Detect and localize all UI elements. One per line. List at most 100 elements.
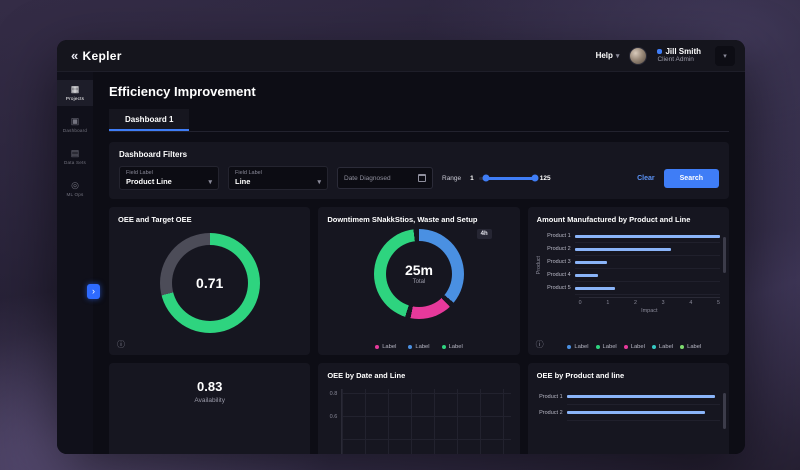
oee-product-bars[interactable]: Product 1Product 2 xyxy=(537,389,720,421)
user-menu-button[interactable]: ▾ xyxy=(715,46,735,66)
oee-donut-chart[interactable]: 0.71 xyxy=(160,233,260,333)
chevron-down-icon: ▾ xyxy=(616,52,620,60)
legend-label: Label xyxy=(603,344,617,350)
date-placeholder: Date Diagnosed xyxy=(344,175,391,182)
bar-row: Product 1 xyxy=(545,230,720,243)
category-label: Product 1 xyxy=(537,394,567,400)
legend-item[interactable]: Label xyxy=(567,344,588,350)
legend-item[interactable]: Label xyxy=(680,344,701,350)
range-label: Range xyxy=(442,175,461,182)
slider-track[interactable] xyxy=(479,177,535,180)
x-tick: 2 xyxy=(634,300,637,306)
y-tick: 0.6 xyxy=(327,414,337,420)
help-menu[interactable]: Help ▾ xyxy=(596,51,620,60)
range-slider[interactable]: 1 125 xyxy=(470,175,550,182)
amount-manufactured-card: Amount Manufactured by Product and Line … xyxy=(528,207,729,355)
legend-item[interactable]: Label xyxy=(442,344,463,350)
sidebar-item-label: Data Sets xyxy=(64,160,86,165)
legend-dot-icon xyxy=(442,345,446,349)
x-tick: 5 xyxy=(717,300,720,306)
bar[interactable] xyxy=(567,411,705,414)
chevron-down-icon: ▾ xyxy=(723,52,727,60)
downtime-total-label: Total xyxy=(413,279,426,285)
legend-dot-icon xyxy=(567,345,571,349)
legend-dot-icon xyxy=(375,345,379,349)
legend-item[interactable]: Label xyxy=(375,344,396,350)
kepler-logo-icon: « xyxy=(71,48,79,63)
card-title: OEE and Target OEE xyxy=(118,215,301,225)
date-diagnosed-input[interactable]: Date Diagnosed xyxy=(337,167,433,189)
x-tick: 1 xyxy=(606,300,609,306)
kepler-logo[interactable]: « Kepler xyxy=(71,48,122,63)
sidebar-item-dashboard[interactable]: ▣ Dashboard xyxy=(57,112,93,138)
oee-gauge-card: OEE and Target OEE 0.71 ⓘ xyxy=(109,207,310,355)
x-tick: 0 xyxy=(579,300,582,306)
field-label: Field Label xyxy=(235,170,321,176)
sidebar-expand-button[interactable]: › xyxy=(87,284,100,299)
amount-x-axis: 012345 xyxy=(579,297,720,306)
card-title: Amount Manufactured by Product and Line xyxy=(537,215,720,225)
category-label: Product 2 xyxy=(545,246,575,252)
bar-row: Product 5 xyxy=(545,282,720,295)
availability-value: 0.83 xyxy=(197,379,222,394)
category-label: Product 3 xyxy=(545,259,575,265)
plot-grid xyxy=(341,389,510,454)
bar[interactable] xyxy=(575,235,720,238)
legend-label: Label xyxy=(631,344,645,350)
bar[interactable] xyxy=(575,248,671,251)
bar[interactable] xyxy=(575,287,616,290)
bar-row: Product 2 xyxy=(545,243,720,256)
bar[interactable] xyxy=(575,274,598,277)
oee-by-date-chart[interactable]: 0.8 0.6 xyxy=(327,389,510,454)
legend-item[interactable]: Label xyxy=(652,344,673,350)
amount-legend: Label Label Label Label Label xyxy=(544,344,725,350)
legend-item[interactable]: Label xyxy=(624,344,645,350)
projects-icon: ▦ xyxy=(71,85,80,94)
y-tick: 0.8 xyxy=(327,391,337,397)
legend-label: Label xyxy=(659,344,673,350)
slider-handle-min[interactable] xyxy=(482,175,489,182)
sidebar-item-data-sets[interactable]: ▤ Data Sets xyxy=(57,144,93,170)
chart-scrollbar[interactable] xyxy=(723,237,726,273)
range-min-value: 1 xyxy=(470,175,474,182)
user-role: Client Admin xyxy=(657,56,701,64)
main-content: Efficiency Improvement Dashboard 1 Dashb… xyxy=(93,72,745,454)
product-line-select[interactable]: Field Label Product Line ▾ xyxy=(119,166,219,190)
downtime-donut-chart[interactable]: 25m Total xyxy=(374,229,464,319)
charts-row-1: OEE and Target OEE 0.71 ⓘ Downtimem SNak… xyxy=(109,207,729,355)
select-value: Product Line xyxy=(126,177,172,186)
sidebar: ▦ Projects ▣ Dashboard ▤ Data Sets ◎ ML … xyxy=(57,72,93,454)
sidebar-item-ml-ops[interactable]: ◎ ML Ops xyxy=(57,176,93,202)
info-icon[interactable]: ⓘ xyxy=(536,339,544,350)
select-value: Line xyxy=(235,177,250,186)
legend-dot-icon xyxy=(652,345,656,349)
tab-dashboard-1[interactable]: Dashboard 1 xyxy=(109,109,189,131)
calendar-icon xyxy=(418,174,426,182)
x-tick: 3 xyxy=(662,300,665,306)
tab-bar: Dashboard 1 xyxy=(109,109,729,132)
card-title: OEE by Date and Line xyxy=(327,371,510,381)
line-select[interactable]: Field Label Line ▾ xyxy=(228,166,328,190)
card-title: Downtimem SNakkStios, Waste and Setup xyxy=(327,215,510,225)
search-button[interactable]: Search xyxy=(664,169,719,188)
bar[interactable] xyxy=(567,395,716,398)
clear-button[interactable]: Clear xyxy=(637,175,655,182)
sidebar-item-projects[interactable]: ▦ Projects xyxy=(57,80,93,106)
legend-item[interactable]: Label xyxy=(408,344,429,350)
slider-handle-max[interactable] xyxy=(531,175,538,182)
sidebar-item-label: ML Ops xyxy=(66,192,83,197)
info-icon[interactable]: ⓘ xyxy=(117,339,125,350)
header-right: Help ▾ Jill Smith Client Admin ▾ xyxy=(596,46,735,66)
category-label: Product 4 xyxy=(545,272,575,278)
y-axis-label: Product xyxy=(536,256,542,274)
user-info: Jill Smith Client Admin xyxy=(657,47,701,64)
legend-item[interactable]: Label xyxy=(596,344,617,350)
dashboard-icon: ▣ xyxy=(71,117,80,126)
user-avatar[interactable] xyxy=(629,47,647,65)
legend-dot-icon xyxy=(408,345,412,349)
page-title: Efficiency Improvement xyxy=(109,84,729,99)
chart-scrollbar[interactable] xyxy=(723,393,726,429)
bar[interactable] xyxy=(575,261,607,264)
downtime-legend: Label Label Label xyxy=(318,344,519,350)
amount-bar-chart[interactable]: Product Product 1 Product 2 Product 3 Produ… xyxy=(537,230,720,314)
